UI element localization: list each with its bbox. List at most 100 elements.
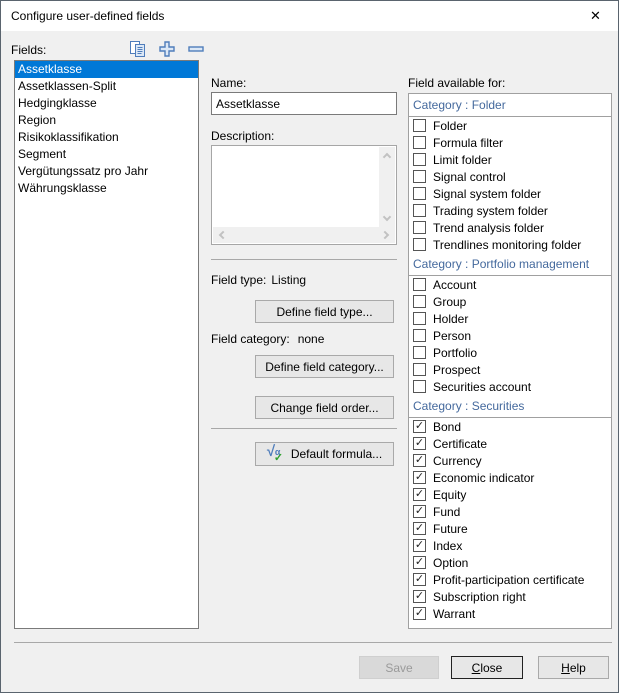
checkbox-label: Person: [433, 329, 471, 343]
checkbox-label: Signal system folder: [433, 187, 541, 201]
availability-panel[interactable]: Category : FolderFolderFormula filterLim…: [408, 93, 612, 629]
checkbox-checked-icon[interactable]: ✓: [413, 539, 426, 552]
checkbox-label: Portfolio: [433, 346, 477, 360]
list-item[interactable]: Risikoklassifikation: [15, 129, 198, 146]
checkbox-row[interactable]: Signal system folder: [409, 185, 611, 202]
checkbox-label: Account: [433, 278, 476, 292]
checkbox-unchecked-icon[interactable]: [413, 380, 426, 393]
checkbox-row[interactable]: Person: [409, 327, 611, 344]
checkbox-row[interactable]: Signal control: [409, 168, 611, 185]
checkbox-row[interactable]: ✓ Currency: [409, 452, 611, 469]
field-type-label: Field type:: [211, 273, 266, 287]
field-category-row: Field category:none: [211, 332, 324, 346]
checkbox-checked-icon[interactable]: ✓: [413, 522, 426, 535]
field-type-row: Field type:Listing: [211, 273, 306, 287]
save-button[interactable]: Save: [359, 656, 439, 679]
checkbox-unchecked-icon[interactable]: [413, 278, 426, 291]
checkbox-unchecked-icon[interactable]: [413, 295, 426, 308]
name-input[interactable]: [211, 92, 397, 115]
default-formula-button[interactable]: √α✓ Default formula...: [255, 442, 394, 466]
checkbox-checked-icon[interactable]: ✓: [413, 556, 426, 569]
checkbox-checked-icon[interactable]: ✓: [413, 437, 426, 450]
checkbox-unchecked-icon[interactable]: [413, 187, 426, 200]
checkbox-unchecked-icon[interactable]: [413, 153, 426, 166]
checkbox-row[interactable]: Holder: [409, 310, 611, 327]
checkbox-label: Currency: [433, 454, 482, 468]
checkbox-row[interactable]: Formula filter: [409, 134, 611, 151]
checkbox-checked-icon[interactable]: ✓: [413, 488, 426, 501]
description-textarea[interactable]: [211, 145, 397, 245]
remove-field-button[interactable]: [185, 39, 207, 59]
list-item[interactable]: Währungsklasse: [15, 180, 198, 197]
checkbox-row[interactable]: Group: [409, 293, 611, 310]
dialog-title: Configure user-defined fields: [1, 9, 164, 23]
checkbox-row[interactable]: Limit folder: [409, 151, 611, 168]
checkbox-row[interactable]: Prospect: [409, 361, 611, 378]
scroll-left-icon[interactable]: [219, 231, 227, 239]
checkbox-checked-icon[interactable]: ✓: [413, 454, 426, 467]
checkbox-row[interactable]: Folder: [409, 117, 611, 134]
checkbox-unchecked-icon[interactable]: [413, 363, 426, 376]
checkbox-checked-icon[interactable]: ✓: [413, 505, 426, 518]
scroll-right-icon[interactable]: [381, 231, 389, 239]
close-button[interactable]: Close: [451, 656, 523, 679]
checkbox-label: Trendlines monitoring folder: [433, 238, 581, 252]
checkbox-row[interactable]: ✓Bond: [409, 418, 611, 435]
scroll-down-icon[interactable]: [383, 213, 391, 221]
checkbox-label: Signal control: [433, 170, 506, 184]
checkbox-label: Trend analysis folder: [433, 221, 544, 235]
checkbox-row[interactable]: Securities account: [409, 378, 611, 395]
vertical-scrollbar[interactable]: [379, 147, 395, 227]
checkbox-label: Securities account: [433, 380, 531, 394]
scroll-up-icon[interactable]: [383, 153, 391, 161]
checkbox-row[interactable]: Portfolio: [409, 344, 611, 361]
checkbox-row[interactable]: ✓Certificate: [409, 435, 611, 452]
list-item[interactable]: Segment: [15, 146, 198, 163]
list-item[interactable]: Vergütungssatz pro Jahr: [15, 163, 198, 180]
close-icon[interactable]: ✕: [573, 1, 618, 31]
add-field-button[interactable]: [156, 39, 178, 59]
list-item[interactable]: Assetklassen-Split: [15, 78, 198, 95]
checkbox-label: Trading system folder: [433, 204, 548, 218]
list-item[interactable]: Hedgingklasse: [15, 95, 198, 112]
horizontal-scrollbar[interactable]: [213, 227, 395, 243]
checkbox-row[interactable]: ✓Index: [409, 537, 611, 554]
checkbox-row[interactable]: ✓Economic indicator: [409, 469, 611, 486]
checkbox-row[interactable]: Account: [409, 276, 611, 293]
checkbox-row[interactable]: Trend analysis folder: [409, 219, 611, 236]
checkbox-unchecked-icon[interactable]: [413, 312, 426, 325]
checkbox-checked-icon[interactable]: ✓: [413, 573, 426, 586]
define-field-category-button[interactable]: Define field category...: [255, 355, 394, 378]
checkbox-checked-icon[interactable]: ✓: [413, 607, 426, 620]
help-button[interactable]: Help: [538, 656, 609, 679]
checkbox-row[interactable]: ✓Subscription right: [409, 588, 611, 605]
checkbox-unchecked-icon[interactable]: [413, 221, 426, 234]
checkbox-row[interactable]: Trendlines monitoring folder: [409, 236, 611, 253]
copy-field-button[interactable]: [127, 39, 149, 59]
checkbox-unchecked-icon[interactable]: [413, 136, 426, 149]
description-label: Description:: [211, 129, 274, 143]
define-field-type-button[interactable]: Define field type...: [255, 300, 394, 323]
checkbox-row[interactable]: ✓Fund: [409, 503, 611, 520]
checkbox-row[interactable]: ✓ Equity: [409, 486, 611, 503]
checkbox-label: Prospect: [433, 363, 480, 377]
checkbox-label: Equity: [433, 488, 466, 502]
checkbox-unchecked-icon[interactable]: [413, 170, 426, 183]
checkbox-unchecked-icon[interactable]: [413, 329, 426, 342]
change-field-order-button[interactable]: Change field order...: [255, 396, 394, 419]
checkbox-unchecked-icon[interactable]: [413, 119, 426, 132]
checkbox-checked-icon[interactable]: ✓: [413, 590, 426, 603]
checkbox-unchecked-icon[interactable]: [413, 238, 426, 251]
list-item[interactable]: Assetklasse: [15, 61, 198, 78]
fields-listbox[interactable]: AssetklasseAssetklassen-SplitHedgingklas…: [14, 60, 199, 629]
checkbox-checked-icon[interactable]: ✓: [413, 471, 426, 484]
checkbox-checked-icon[interactable]: ✓: [413, 420, 426, 433]
checkbox-unchecked-icon[interactable]: [413, 204, 426, 217]
list-item[interactable]: Region: [15, 112, 198, 129]
checkbox-row[interactable]: ✓Warrant: [409, 605, 611, 622]
checkbox-row[interactable]: ✓Profit-participation certificate: [409, 571, 611, 588]
checkbox-row[interactable]: ✓Option: [409, 554, 611, 571]
checkbox-unchecked-icon[interactable]: [413, 346, 426, 359]
checkbox-row[interactable]: Trading system folder: [409, 202, 611, 219]
checkbox-row[interactable]: ✓Future: [409, 520, 611, 537]
